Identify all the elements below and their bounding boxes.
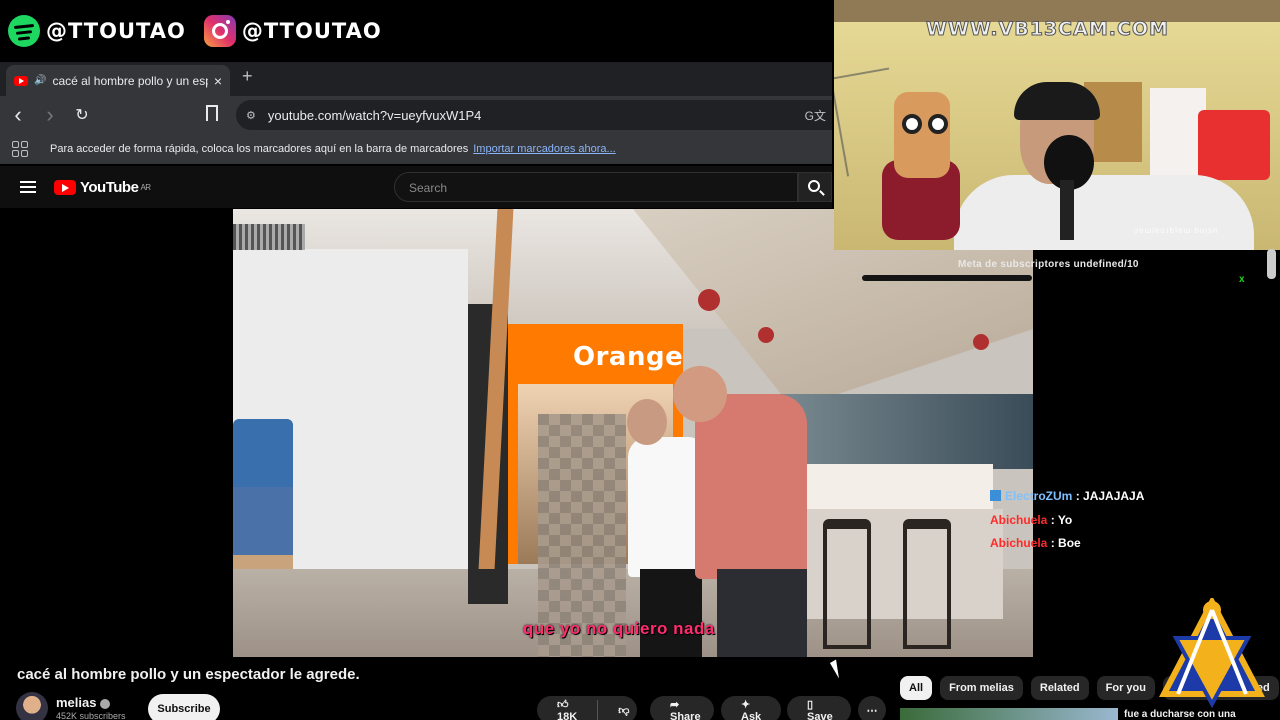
recommended-video-title[interactable]: fue a ducharse con una xyxy=(1124,709,1236,720)
chat-username: Abichuela xyxy=(990,536,1048,550)
reload-button[interactable]: ↻ xyxy=(68,105,96,125)
video-subtitle: que yo no quiero nada xyxy=(523,619,715,638)
site-info-icon[interactable]: ⚙ xyxy=(246,109,256,122)
search-icon xyxy=(808,180,820,192)
chip-for-you[interactable]: For you xyxy=(1096,676,1155,700)
like-count: 18K xyxy=(557,710,578,720)
cam-watermark: WWW.VB13CAM.COM xyxy=(926,18,1169,41)
chat-username: ElectroZUm xyxy=(1005,489,1073,503)
subscribe-button[interactable]: Subscribe xyxy=(148,694,220,720)
youtube-favicon-icon xyxy=(14,75,28,86)
club-flag xyxy=(1198,110,1270,180)
social-handles-bar: @TTOUTAO @TTOUTAO xyxy=(0,0,832,62)
goal-marker-icon: x xyxy=(1239,274,1245,285)
store-sign: Orange xyxy=(573,342,684,372)
chat-text: Yo xyxy=(1057,512,1073,527)
share-icon: ➦ xyxy=(670,698,680,711)
video-title: cacé al hombre pollo y un espectador le … xyxy=(17,666,360,683)
import-bookmarks-link[interactable]: Importar marcadores ahora... xyxy=(473,143,615,155)
thumbs-up-icon: 👍︎ xyxy=(557,698,569,711)
bookmarks-prompt: Para acceder de forma rápida, coloca los… xyxy=(50,143,469,155)
chip-related[interactable]: Related xyxy=(1030,676,1089,700)
spotify-handle-text: @TTOUTAO xyxy=(46,19,186,43)
search-input[interactable]: Search xyxy=(394,172,798,202)
sparkle-icon: ✦ xyxy=(741,698,751,711)
chat-text: Boe xyxy=(1058,536,1081,550)
save-icon: ▯ xyxy=(807,698,814,711)
region-code: AR xyxy=(140,182,151,192)
chat-badge-icon xyxy=(990,490,1001,501)
avatar[interactable] xyxy=(16,692,48,720)
url-text: youtube.com/watch?v=ueyfvuxW1P4 xyxy=(267,107,482,123)
more-actions-button[interactable]: ⋯ xyxy=(858,696,886,720)
scrollbar[interactable] xyxy=(1267,249,1276,279)
chip-all[interactable]: All xyxy=(900,676,933,700)
verified-icon xyxy=(100,698,111,709)
chat-username: Abichuela xyxy=(990,512,1048,527)
stream-screen: @TTOUTAO @TTOUTAO 🔊 cacé al hombre pollo… xyxy=(0,0,1280,720)
channel-emblem-logo xyxy=(1159,598,1265,708)
spotify-handle: @TTOUTAO xyxy=(8,15,186,47)
chat-message: Abichuela : Yo xyxy=(990,512,1073,527)
search-button[interactable] xyxy=(798,172,832,202)
thumbs-down-icon: 👎︎ xyxy=(618,704,630,717)
recommended-video-thumbnail[interactable] xyxy=(900,708,1118,720)
ask-button[interactable]: ✦ Ask xyxy=(721,696,781,720)
bookmarks-bar: Para acceder de forma rápida, coloca los… xyxy=(0,134,832,164)
mouse-cursor-icon xyxy=(829,659,846,679)
chat-message: Abichuela : Boe xyxy=(990,536,1081,550)
youtube-logo-text: YouTube xyxy=(80,178,139,196)
dislike-button[interactable]: 👎︎ xyxy=(598,704,649,717)
spotify-icon xyxy=(8,15,40,47)
translate-icon[interactable]: G文 xyxy=(805,107,826,124)
channel-name[interactable]: melias xyxy=(56,695,111,710)
browser-toolbar: ‹ › ↻ ⚙ youtube.com/watch?v=ueyfvuxW1P4 … xyxy=(0,96,832,134)
youtube-logo[interactable]: YouTube AR xyxy=(54,179,151,196)
cam-mirrored-text: ɔɐɯlɐoɹbʇɐɯ buᴉsn xyxy=(1134,226,1219,235)
forward-button[interactable]: › xyxy=(36,102,64,128)
youtube-play-icon xyxy=(54,179,76,195)
apps-grid-icon[interactable] xyxy=(12,141,28,157)
browser-tab[interactable]: 🔊 cacé al hombre pollo y un espectador l… xyxy=(6,65,230,96)
like-dislike-group: 👍︎ 18K 👎︎ xyxy=(537,696,637,720)
speaker-icon: 🔊 xyxy=(34,75,47,86)
chat-message: ElectroZUm : JAJAJAJA xyxy=(990,485,1144,509)
browser-tab-strip: 🔊 cacé al hombre pollo y un espectador l… xyxy=(0,62,832,96)
goal-progress-bar xyxy=(862,275,1032,281)
tab-title: cacé al hombre pollo y un espectador le … xyxy=(52,73,207,88)
subscriber-count: 452K subscribers xyxy=(56,711,126,720)
close-tab-icon[interactable]: × xyxy=(214,73,222,89)
chip-from-channel[interactable]: From melias xyxy=(940,676,1023,700)
new-tab-button[interactable]: + xyxy=(242,66,253,87)
back-button[interactable]: ‹ xyxy=(4,102,32,128)
bookmark-icon[interactable] xyxy=(206,105,218,121)
save-button[interactable]: ▯ Save xyxy=(787,696,851,720)
menu-icon[interactable] xyxy=(20,178,36,196)
like-button[interactable]: 👍︎ 18K xyxy=(537,698,597,720)
instagram-icon xyxy=(203,15,236,47)
instagram-handle: @TTOUTAO xyxy=(203,15,382,47)
address-bar[interactable]: ⚙ youtube.com/watch?v=ueyfvuxW1P4 G文 xyxy=(236,100,832,130)
instagram-handle-text: @TTOUTAO xyxy=(241,19,382,43)
webcam-feed: WWW.VB13CAM.COM ɔɐɯlɐoɹbʇɐɯ buᴉsn xyxy=(834,0,1280,250)
share-button[interactable]: ➦ Share xyxy=(650,696,714,720)
chat-overlay: ElectroZUm : JAJAJAJA Abichuela : Yo Abi… xyxy=(990,485,1144,556)
doll-figure xyxy=(894,92,950,178)
subscriber-goal: Meta de subscriptores undefined/10 xyxy=(958,259,1139,270)
youtube-header: YouTube AR Search xyxy=(0,166,832,208)
chat-text: JAJAJAJA xyxy=(1083,489,1145,503)
